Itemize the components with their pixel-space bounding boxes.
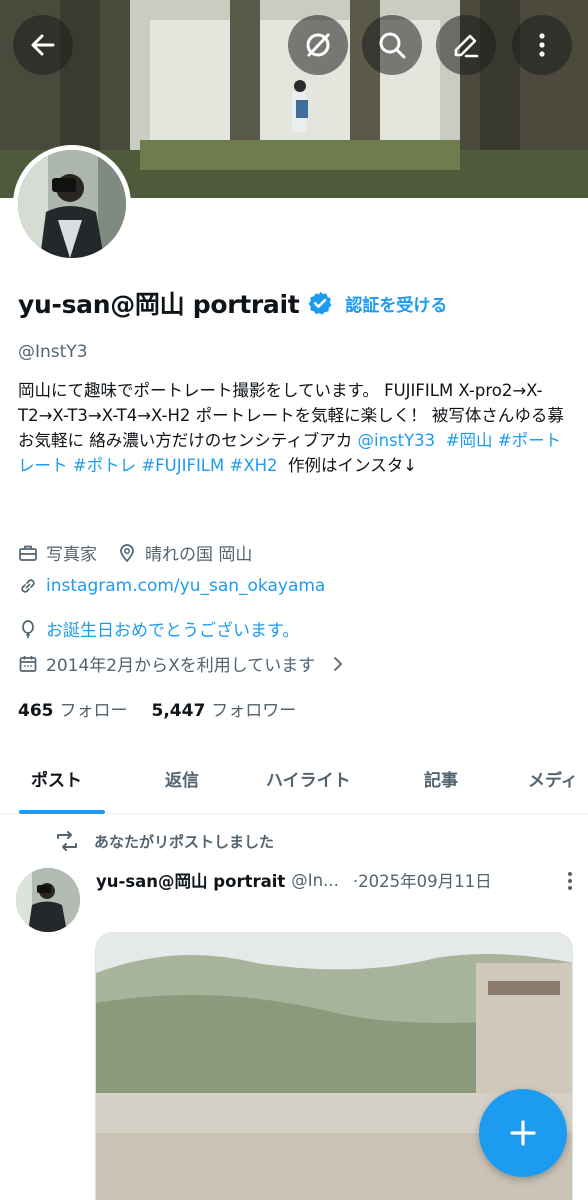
calendar-icon <box>19 655 37 672</box>
location-pin-icon <box>120 543 134 562</box>
compose-post-button[interactable] <box>479 1089 567 1177</box>
get-verified-link[interactable]: 認証を受ける <box>345 291 447 316</box>
more-options-button[interactable] <box>512 15 572 75</box>
avatar-image <box>18 150 126 258</box>
profile-tabs: ポスト 返信 ハイライト 記事 メディ <box>0 742 588 814</box>
edit-profile-button[interactable] <box>436 15 496 75</box>
post-author-avatar[interactable] <box>16 868 80 932</box>
tab-label: 返信 <box>165 770 199 791</box>
bio-tail: 作例はインスタ↓ <box>288 456 418 475</box>
profile-handle: @InstY3 <box>18 342 88 362</box>
profile-meta-row: 写真家 晴れの国 岡山 <box>18 540 252 565</box>
repost-indicator: あなたがリポストしました <box>54 830 274 852</box>
arrow-left-icon <box>31 34 55 56</box>
follow-stats: 465 フォロー 5,447 フォロワー <box>18 696 296 721</box>
post-author-name[interactable]: yu-san@岡山 portrait <box>96 868 285 892</box>
tab-posts[interactable]: ポスト <box>19 742 105 814</box>
post-header: yu-san@岡山 portrait @In... ·2025年09月11日 <box>96 868 576 892</box>
edit-icon <box>454 34 479 58</box>
bio-mention-link[interactable]: @instY33 <box>358 431 436 450</box>
active-tab-indicator <box>19 810 105 814</box>
chevron-right-icon <box>334 656 343 671</box>
tab-label: 記事 <box>424 770 458 791</box>
profile-profession: 写真家 <box>46 545 97 565</box>
profile-location: 晴れの国 岡山 <box>145 545 253 565</box>
back-button[interactable] <box>13 15 73 75</box>
search-icon <box>379 32 406 59</box>
post-date[interactable]: ·2025年09月11日 <box>353 868 492 892</box>
birthday-message[interactable]: お誕生日おめでとうございます。 <box>46 616 299 641</box>
briefcase-icon <box>19 545 37 561</box>
plus-icon <box>510 1120 536 1146</box>
profile-joined-date: 2014年2月からXを利用しています <box>46 656 316 676</box>
followers-link[interactable]: 5,447 フォロワー <box>152 696 297 721</box>
search-button[interactable] <box>362 15 422 75</box>
followers-count: 5,447 <box>151 701 206 721</box>
followers-label: フォロワー <box>211 701 297 721</box>
tab-media[interactable]: メディ <box>528 742 578 814</box>
verified-badge-icon[interactable] <box>307 290 333 316</box>
tab-replies[interactable]: 返信 <box>165 742 199 814</box>
tab-articles[interactable]: 記事 <box>424 742 458 814</box>
link-icon <box>21 579 35 593</box>
hashtag-link[interactable]: #ポトレ <box>73 456 136 475</box>
repost-icon <box>57 831 77 851</box>
display-name: yu-san@岡山 portrait <box>18 290 300 319</box>
grok-icon <box>306 33 330 57</box>
tab-label: メディ <box>528 770 578 791</box>
tab-highlights[interactable]: ハイライト <box>266 742 351 814</box>
name-row: yu-san@岡山 portrait 認証を受ける <box>18 285 447 321</box>
hashtag-link[interactable]: #FUJIFILM <box>141 456 224 475</box>
profile-website-link[interactable]: instagram.com/yu_san_okayama <box>46 576 325 596</box>
following-label: フォロー <box>59 701 128 721</box>
post-author-handle[interactable]: @In... <box>291 871 339 890</box>
more-vertical-icon <box>568 872 572 890</box>
profile-joined-row[interactable]: 2014年2月からXを利用しています <box>18 651 347 676</box>
following-count: 465 <box>18 701 54 721</box>
tab-label: ポスト <box>31 770 82 791</box>
profile-website-row: instagram.com/yu_san_okayama <box>18 576 325 596</box>
profile-bio: 岡山にて趣味でポートレート撮影をしています。 FUJIFILM X-pro2→X… <box>18 378 570 478</box>
profile-birthday-row: お誕生日おめでとうございます。 <box>18 616 299 641</box>
post-more-button[interactable] <box>566 870 574 896</box>
grok-button[interactable] <box>288 15 348 75</box>
hashtag-link[interactable]: #岡山 <box>446 431 493 450</box>
hashtag-link[interactable]: #XH2 <box>230 456 278 475</box>
more-vertical-icon <box>539 33 545 57</box>
following-link[interactable]: 465 フォロー <box>18 696 128 721</box>
profile-avatar[interactable] <box>13 145 131 263</box>
repost-label: あなたがリポストしました <box>94 832 275 851</box>
tab-label: ハイライト <box>266 770 351 791</box>
balloon-icon <box>22 619 34 639</box>
